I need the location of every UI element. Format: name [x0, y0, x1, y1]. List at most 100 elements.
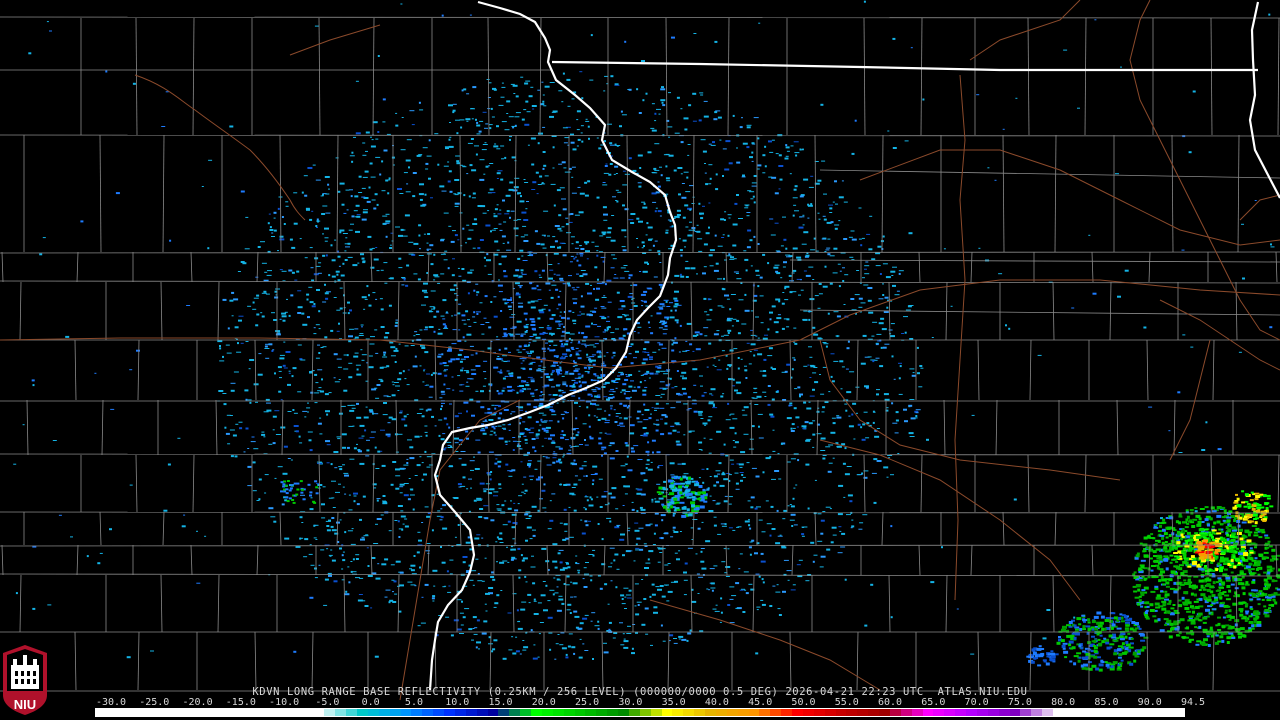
- scale-label: 85.0: [1094, 697, 1119, 708]
- color-bar-segment: [509, 709, 521, 716]
- color-bar-segment: [737, 709, 749, 716]
- color-bar-segment: [976, 709, 988, 716]
- color-bar-segment: [705, 709, 716, 716]
- color-bar-segment: [226, 709, 238, 716]
- scale-label: 45.0: [748, 697, 773, 708]
- niu-logo-text: NIU: [14, 697, 36, 712]
- color-bar-segment: [1096, 709, 1108, 716]
- color-bar-segment: [1161, 709, 1173, 716]
- color-bar-segment: [313, 709, 325, 716]
- color-bar-segment: [172, 709, 183, 716]
- color-bar-segment: [1140, 709, 1151, 716]
- color-bar-segment: [661, 709, 673, 716]
- color-bar-segment: [552, 709, 564, 716]
- color-bar-segment: [574, 709, 586, 716]
- color-bar-segment: [357, 709, 368, 716]
- color-bar-segment: [454, 709, 466, 716]
- color-bar-segment: [900, 709, 912, 716]
- color-bar-segment: [650, 709, 662, 716]
- scale-label: 40.0: [704, 697, 729, 708]
- color-bar-segment: [335, 709, 347, 716]
- color-bar-segment: [748, 709, 760, 716]
- color-bar-segment: [628, 709, 640, 716]
- color-bar-segment: [944, 709, 956, 716]
- color-bar-segment: [150, 709, 162, 716]
- color-bar-segment: [889, 709, 901, 716]
- color-bar-segment: [1107, 709, 1119, 716]
- color-bar-segment: [857, 709, 869, 716]
- color-bar-segment: [868, 709, 879, 716]
- scale-label: 50.0: [791, 697, 816, 708]
- scale-label: -20.0: [182, 697, 213, 708]
- color-bar-segment: [563, 709, 575, 716]
- scale-label: 10.0: [445, 697, 470, 708]
- color-bar-segment: [433, 709, 444, 716]
- color-bar-segment: [618, 709, 629, 716]
- color-bar-segment: [1118, 709, 1130, 716]
- color-bar-segment: [596, 709, 608, 716]
- color-bar-segment: [683, 709, 695, 716]
- color-bar-segment: [911, 709, 923, 716]
- scale-label: 0.0: [361, 697, 380, 708]
- color-bar-segment: [531, 709, 542, 716]
- scale-label: -10.0: [269, 697, 300, 708]
- color-bar-segment: [487, 709, 499, 716]
- color-bar-segment: [541, 709, 553, 716]
- color-bar-segment: [183, 709, 194, 716]
- color-bar-segment: [792, 709, 803, 716]
- color-bar-segment: [465, 709, 477, 716]
- scale-label: -30.0: [95, 697, 127, 708]
- color-bar-segment: [715, 709, 727, 716]
- color-bar-segment: [400, 709, 412, 716]
- color-bar-segment: [781, 709, 792, 716]
- niu-logo: NIU: [3, 645, 47, 715]
- scale-label: 90.0: [1137, 697, 1162, 708]
- color-bar-segment: [1150, 709, 1162, 716]
- scale-label: 60.0: [877, 697, 903, 708]
- color-bar-segment: [879, 709, 890, 716]
- color-bar-segment: [346, 709, 357, 716]
- scale-label: 20.0: [531, 697, 556, 708]
- color-bar-segment: [280, 709, 292, 716]
- color-bar-segment: [813, 709, 825, 716]
- color-bar-segment: [204, 709, 216, 716]
- scale-label: 25.0: [575, 697, 600, 708]
- color-bar-segment: [639, 709, 651, 716]
- color-bar-segment: [987, 709, 999, 716]
- color-bar-segment: [955, 709, 966, 716]
- scale-label: 70.0: [964, 697, 989, 708]
- color-bar-segment: [117, 709, 129, 716]
- scale-label: 35.0: [661, 697, 686, 708]
- color-bar-segment: [302, 709, 314, 716]
- color-bar-segment: [672, 709, 684, 716]
- scale-label: -25.0: [139, 697, 170, 708]
- color-bar-segment: [694, 709, 705, 716]
- color-bar-segment: [324, 709, 336, 716]
- color-bar-segment: [422, 709, 434, 716]
- scale-label: 75.0: [1007, 697, 1032, 708]
- color-bar-segment: [270, 709, 281, 716]
- color-bar-segment: [411, 709, 423, 716]
- color-bar-segment: [922, 709, 934, 716]
- color-bar-segment: [1085, 709, 1097, 716]
- color-bar-segment: [139, 709, 151, 716]
- color-bar-segment: [1129, 709, 1140, 716]
- color-bar-segment: [846, 709, 858, 716]
- color-bar-segment: [1074, 709, 1086, 716]
- color-bar-segment: [726, 709, 738, 716]
- dbz-scale-labels: -30.0 -25.0 -20.0 -15.0 -10.0 -5.0 0.0 5.0 10.0 1…: [93, 697, 1205, 708]
- color-bar-segment: [1009, 709, 1021, 716]
- scale-label: 5.0: [404, 697, 423, 708]
- color-bar-segment: [607, 709, 618, 716]
- color-bar-segment: [248, 709, 260, 716]
- color-bar-segment: [770, 709, 782, 716]
- scale-label: 94.5: [1180, 697, 1206, 708]
- color-bar-segment: [96, 709, 107, 716]
- radar-site-marker: [561, 359, 573, 371]
- dbz-color-bar: [95, 708, 1185, 717]
- color-bar-segment: [1042, 709, 1053, 716]
- scale-label: 30.0: [618, 697, 643, 708]
- scale-label: -5.0: [315, 697, 340, 708]
- color-bar-segment: [193, 709, 205, 716]
- color-bar-segment: [259, 709, 270, 716]
